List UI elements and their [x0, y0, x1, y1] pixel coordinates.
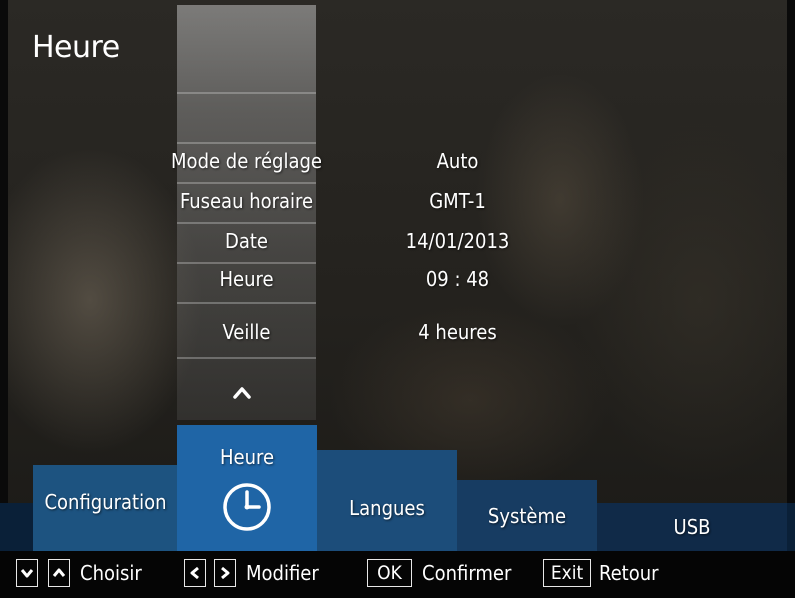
chevron-left-icon: [190, 566, 199, 580]
setting-label: Date: [224, 229, 268, 253]
tab-langues[interactable]: Langues: [317, 450, 457, 551]
tab-heure[interactable]: Heure: [177, 425, 317, 551]
help-confirm-label: Confirmer: [422, 561, 512, 585]
right-arrow-key: [214, 559, 236, 587]
left-arrow-key: [184, 559, 206, 587]
up-arrow-key: [48, 559, 70, 587]
ok-key: OK: [367, 559, 412, 587]
help-back-label: Retour: [599, 561, 659, 585]
clock-icon: [223, 483, 271, 531]
tab-usb[interactable]: USB: [597, 503, 787, 551]
setting-value: 14/01/2013: [405, 229, 510, 253]
column-divider: [177, 142, 316, 144]
chevron-down-icon: [20, 569, 34, 578]
setting-value: 4 heures: [418, 320, 497, 344]
setting-value: Auto: [436, 149, 479, 173]
column-divider: [177, 182, 316, 184]
tab-label: USB: [673, 515, 711, 539]
tab-label: Langues: [349, 495, 425, 520]
tab-systeme[interactable]: Système: [457, 480, 597, 551]
column-divider: [177, 262, 316, 264]
tab-label: Configuration: [44, 490, 167, 514]
tab-label: Heure: [219, 445, 275, 469]
setting-label: Heure: [219, 267, 274, 291]
column-divider: [177, 222, 316, 224]
column-divider: [177, 357, 316, 359]
setting-value: 09 : 48: [425, 267, 490, 291]
help-choose-label: Choisir: [80, 561, 142, 585]
setting-value: GMT-1: [429, 189, 486, 213]
setting-label: Mode de réglage: [171, 149, 322, 173]
column-divider: [177, 302, 316, 304]
down-arrow-key: [16, 559, 38, 587]
chevron-up-icon: [52, 568, 66, 577]
tab-label: Système: [487, 503, 567, 528]
help-modify-label: Modifier: [246, 561, 319, 585]
column-divider: [177, 92, 316, 94]
setting-label: Fuseau horaire: [179, 189, 314, 213]
exit-key: Exit: [543, 559, 591, 587]
setting-label: Veille: [222, 320, 271, 344]
page-title: Heure: [32, 30, 120, 65]
chevron-right-icon: [221, 566, 230, 580]
tab-configuration[interactable]: Configuration: [33, 465, 178, 551]
scroll-up-arrow-icon[interactable]: [231, 384, 253, 400]
